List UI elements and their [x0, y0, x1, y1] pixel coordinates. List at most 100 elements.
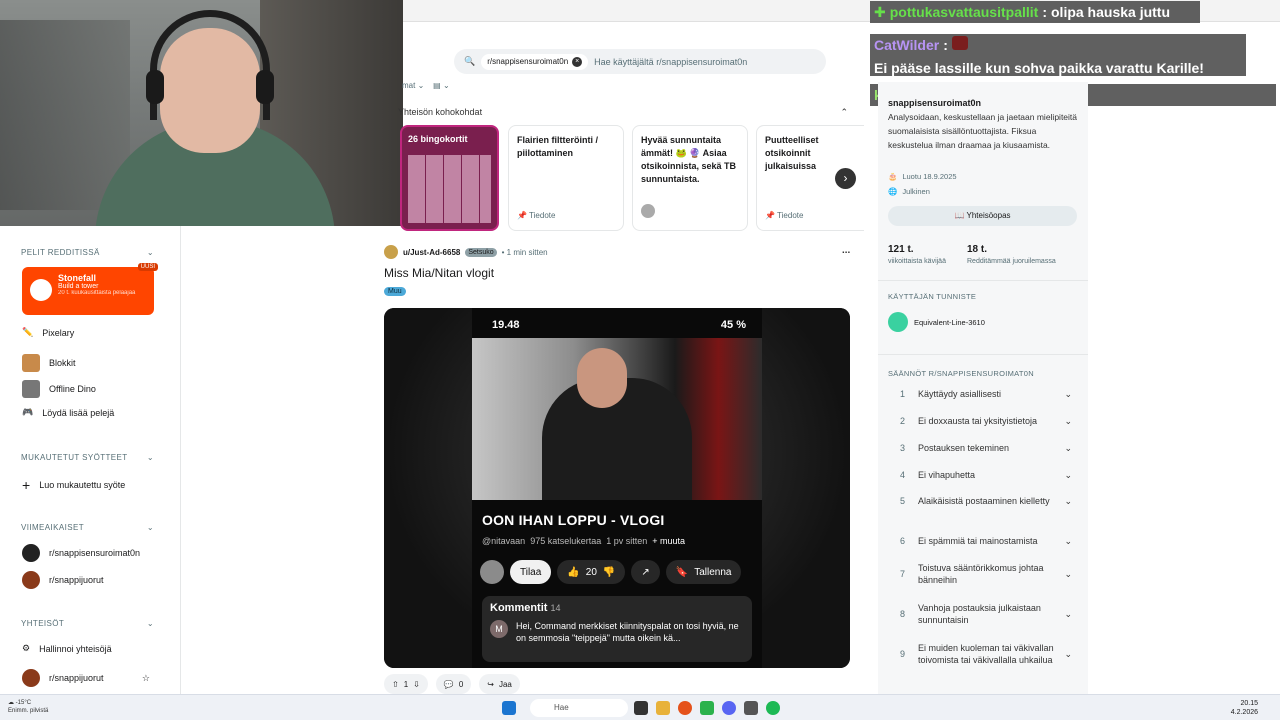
chat-text: Ei pääse lassille kun sohva paikka varat… — [874, 60, 1204, 76]
commenter-avatar: M — [490, 620, 508, 638]
user-avatar[interactable] — [384, 245, 398, 259]
subreddit-avatar — [22, 544, 40, 562]
like-button: 👍 20 👎 — [557, 560, 626, 584]
chevron-down-icon: ⌄ — [146, 248, 154, 257]
rules-heading: SÄÄNNÖT R/SNAPPISENSUROIMAT0N — [888, 369, 1034, 378]
community-guide-button[interactable]: 📖 Yhteisöopas — [888, 206, 1077, 226]
gamepad-icon: 🎮 — [22, 407, 34, 417]
task-view-icon[interactable] — [634, 701, 648, 715]
nav-item-label: Blokkit — [49, 358, 76, 368]
plus-icon: + — [22, 477, 31, 493]
highlights-header[interactable]: Yhteisön kohokohdat ⌃ — [398, 107, 848, 118]
user-avatar — [888, 312, 908, 332]
pencil-icon: ✏️ — [22, 327, 34, 337]
video-views: 975 katselukertaa — [530, 536, 602, 546]
video-thumbnail — [472, 338, 762, 500]
file-explorer-icon[interactable] — [656, 701, 670, 715]
highlights-title: Yhteisön kohokohdat — [398, 107, 483, 117]
nav-item-label: Pixelary — [42, 327, 75, 338]
section-header-recent[interactable]: VIIMEAIKAISET ⌄ — [21, 523, 154, 532]
manage-communities[interactable]: ⚙ Hallinnoi yhteisöjä — [22, 643, 112, 654]
vote-count: 1 — [403, 679, 409, 689]
firefox-icon[interactable] — [678, 701, 692, 715]
phone-battery: 45 % — [720, 319, 746, 331]
post-media[interactable]: 19.48 45 % OON IHAN LOPPU - VLOGI @nitav… — [384, 308, 850, 668]
user-flair-preview[interactable]: Equivalent-Line-3610 — [888, 312, 985, 332]
clear-chip-icon[interactable]: × — [572, 56, 583, 67]
rule-item[interactable]: 2 Ei doxxausta tai yksityistietoja ⌄ — [900, 415, 1072, 427]
post-flair[interactable]: Muu — [384, 287, 406, 296]
share-icon: ↗ — [631, 560, 660, 584]
rule-item[interactable]: 6 Ei spämmiä tai mainostamista ⌄ — [900, 535, 1072, 547]
highlight-title: 26 bingokortit — [408, 134, 468, 144]
section-title: VIIMEAIKAISET — [21, 523, 84, 532]
highlight-card-bingo[interactable]: 26 bingokortit — [400, 125, 499, 231]
rule-text: Vanhoja postauksia julkaistaan sunnuntai… — [918, 603, 1041, 625]
rule-item[interactable]: 8 Vanhoja postauksia julkaistaan sunnunta… — [900, 602, 1072, 626]
highlight-title: Flairien filtteröinti / piilottaminen — [517, 135, 599, 158]
spotify-icon[interactable] — [766, 701, 780, 715]
highlight-title: Puutteelliset otsikoinnit julkaisuissa — [765, 135, 819, 171]
cloud-icon: ☁ — [8, 700, 14, 706]
vote-control[interactable]: ⇧ 1 ⇩ — [384, 674, 428, 694]
system-clock[interactable]: 20.15 4.2.2026 — [1231, 699, 1258, 717]
rule-item[interactable]: 4 Ei vihapuhetta ⌄ — [900, 469, 1072, 481]
app-icon[interactable] — [744, 701, 758, 715]
divider — [878, 280, 1088, 281]
section-title: Mukautetut syötteet — [21, 453, 128, 462]
stonefall-game-card[interactable]: Stonefall Build a tower 20 t. kuukausitt… — [22, 263, 158, 315]
globe-icon: 🌐 — [888, 187, 898, 196]
game-logo-icon — [30, 279, 52, 301]
rule-text: Ei spämmiä tai mainostamista — [918, 536, 1038, 546]
rule-item[interactable]: 5 Alaikäisistä postaaminen kielletty ⌄ — [900, 495, 1072, 507]
video-title: OON IHAN LOPPU - VLOGI — [482, 512, 665, 528]
bookmark-icon: 🔖 — [675, 566, 689, 578]
nav-item-label: r/snappisensuroimat0n — [49, 548, 141, 558]
sort-dropdown[interactable]: mat ⌄ ▤ ⌄ — [402, 81, 450, 90]
create-custom-feed[interactable]: + Luo mukautettu syöte — [22, 477, 125, 493]
rule-item[interactable]: 3 Postauksen tekeminen ⌄ — [900, 442, 1072, 454]
rule-item[interactable]: 1 Käyttäydy asiallisesti ⌄ — [900, 388, 1072, 400]
subreddit-search-chip[interactable]: r/snappisensuroimat0n × — [481, 53, 589, 70]
nav-item-pixelary[interactable]: ✏️ Pixelary — [22, 327, 74, 338]
recent-item[interactable]: r/snappijuorut — [22, 571, 104, 589]
chevron-down-icon: ⌄ — [1064, 496, 1072, 506]
section-header-custom-feeds[interactable]: Mukautetut syötteet ⌄ — [21, 453, 154, 462]
start-icon[interactable] — [502, 701, 516, 715]
comments-button[interactable]: 💬 0 — [435, 674, 472, 694]
subreddit-avatar — [22, 669, 40, 687]
post-time: • 1 min sitten — [501, 247, 548, 257]
weather-widget[interactable]: ☁ -15°C Enimm. pilvistä — [8, 699, 48, 715]
post-author[interactable]: u/Just-Ad-6658 — [403, 248, 460, 257]
community-item[interactable]: r/snappijuorut ☆ — [22, 669, 150, 687]
rule-item[interactable]: 9 Ei muiden kuoleman tai väkivallan toivo… — [900, 642, 1072, 666]
section-header-games[interactable]: Pelit Redditissä ⌄ — [21, 248, 154, 257]
search-input[interactable]: 🔍 r/snappisensuroimat0n × Hae käyttäjält… — [454, 49, 826, 74]
thumb-down-icon: 👎 — [602, 566, 616, 578]
taskbar-search[interactable]: Hae — [530, 699, 628, 717]
upvote-icon[interactable]: ⇧ — [392, 680, 399, 689]
more-options-icon[interactable]: ⋯ — [842, 248, 850, 257]
clock-time: 20.15 — [1240, 700, 1258, 707]
nav-item-find-games[interactable]: 🎮 Löydä lisää pelejä — [22, 407, 114, 418]
chevron-down-icon: ⌄ — [1064, 443, 1072, 453]
recent-item[interactable]: r/snappisensuroimat0n — [22, 544, 140, 562]
star-icon[interactable]: ☆ — [142, 673, 150, 684]
app-icon[interactable] — [700, 701, 714, 715]
created-label: Luotu 18.9.2025 — [902, 172, 957, 181]
post-actions: ⇧ 1 ⇩ 💬 0 ↪ Jaa — [384, 674, 520, 694]
nav-item-label: Hallinnoi yhteisöjä — [39, 643, 112, 654]
share-button[interactable]: ↪ Jaa — [479, 674, 520, 694]
cake-icon: 🎂 — [888, 172, 898, 181]
rule-text: Ei doxxausta tai yksityistietoja — [918, 416, 1038, 426]
rule-item[interactable]: 7 Toistuva sääntörikkomus johtaa bänneihi… — [900, 562, 1072, 586]
post-title[interactable]: Miss Mia/Nitan vlogit — [384, 266, 494, 280]
nav-item-blokkit[interactable]: Blokkit — [22, 354, 76, 372]
discord-icon[interactable] — [722, 701, 736, 715]
section-header-communities[interactable]: Yhteisöt ⌄ — [21, 619, 154, 628]
nav-item-offline-dino[interactable]: Offline Dino — [22, 380, 96, 398]
chevron-right-icon[interactable]: › — [835, 168, 856, 189]
highlight-card[interactable]: Flairien filtteröinti / piilottaminen 📌 … — [508, 125, 624, 231]
highlight-card[interactable]: Hyvää sunnuntaita ämmät! 🐸 🔮 Asiaa otsik… — [632, 125, 748, 231]
downvote-icon[interactable]: ⇩ — [413, 680, 420, 689]
